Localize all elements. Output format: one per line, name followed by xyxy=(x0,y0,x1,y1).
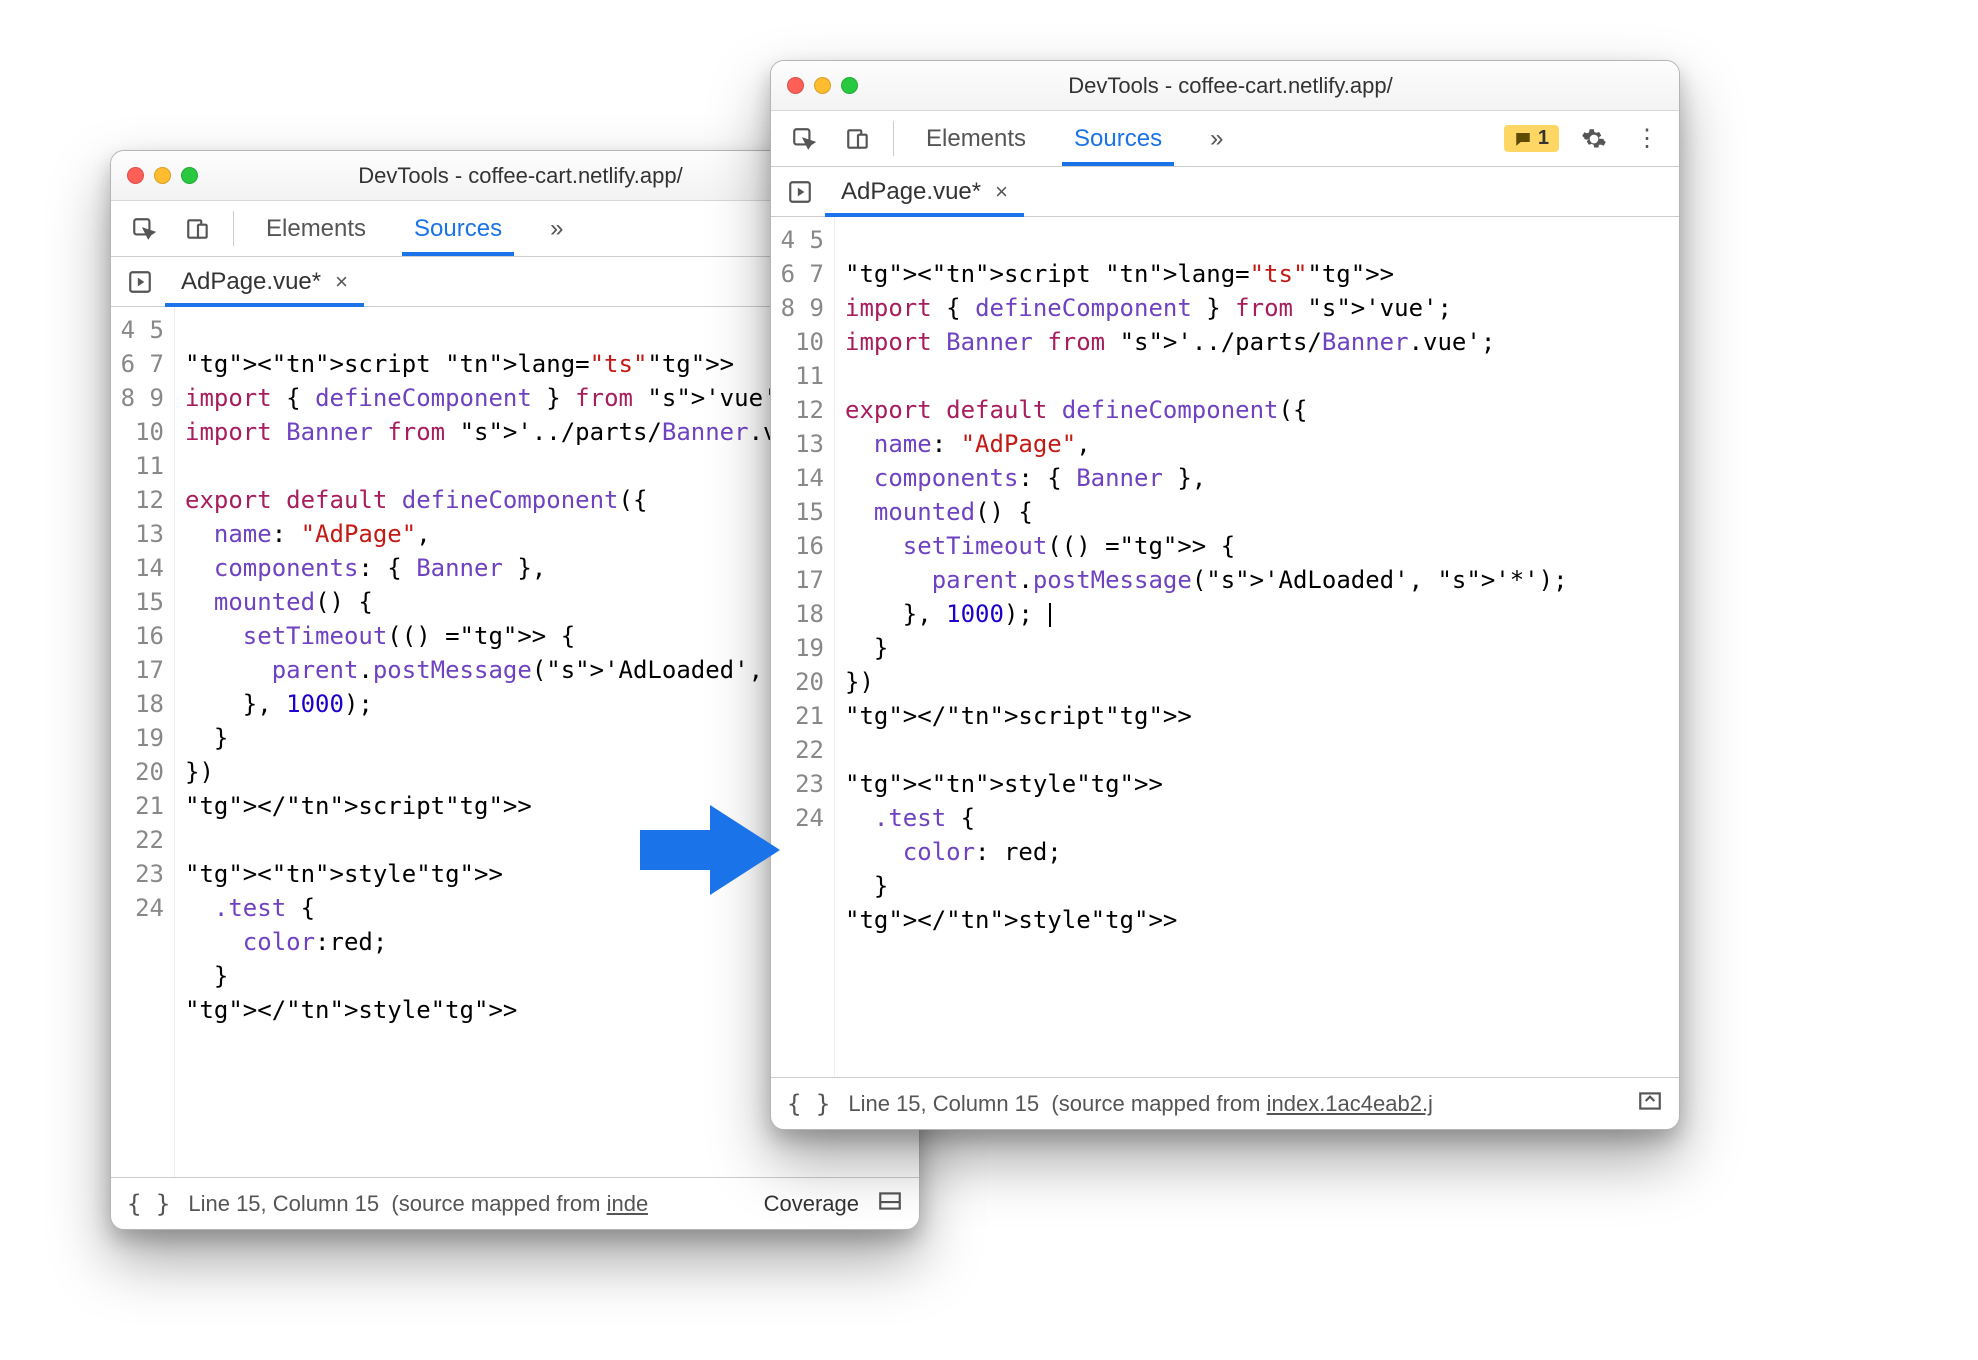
file-tab-label: AdPage.vue* xyxy=(841,178,981,206)
traffic-lights xyxy=(787,77,858,94)
file-tab-adpage[interactable]: AdPage.vue* × xyxy=(165,257,364,306)
drawer-toggle-icon[interactable] xyxy=(877,1188,903,1220)
warnings-badge[interactable]: 1 xyxy=(1504,125,1559,152)
close-window-button[interactable] xyxy=(787,77,804,94)
traffic-lights xyxy=(127,167,198,184)
close-tab-button[interactable]: × xyxy=(995,179,1008,205)
titlebar: DevTools - coffee-cart.netlify.app/ xyxy=(771,61,1679,111)
tabs-overflow-button[interactable]: » xyxy=(528,201,585,256)
inspect-element-button[interactable] xyxy=(119,201,169,256)
run-snippet-button[interactable] xyxy=(775,167,825,216)
code-editor[interactable]: 4 5 6 7 8 9 10 11 12 13 14 15 16 17 18 1… xyxy=(771,217,1679,1077)
tab-elements[interactable]: Elements xyxy=(904,111,1048,166)
window-title: DevTools - coffee-cart.netlify.app/ xyxy=(208,163,833,189)
run-snippet-button[interactable] xyxy=(115,257,165,306)
tab-sources[interactable]: Sources xyxy=(1052,111,1184,166)
file-tab-label: AdPage.vue* xyxy=(181,268,321,296)
close-window-button[interactable] xyxy=(127,167,144,184)
more-menu-button[interactable]: ⋮ xyxy=(1623,111,1671,166)
statusbar: { } Line 15, Column 15 (source mapped fr… xyxy=(771,1077,1679,1129)
braces-icon[interactable]: { } xyxy=(127,1190,170,1218)
file-tab-adpage[interactable]: AdPage.vue* × xyxy=(825,167,1024,216)
cursor-position: Line 15, Column 15 (source mapped from i… xyxy=(188,1191,648,1217)
coverage-label[interactable]: Coverage xyxy=(764,1191,859,1217)
minimize-window-button[interactable] xyxy=(154,167,171,184)
source-file-tabs: AdPage.vue* × xyxy=(771,167,1679,217)
window-title: DevTools - coffee-cart.netlify.app/ xyxy=(868,73,1593,99)
line-gutter: 4 5 6 7 8 9 10 11 12 13 14 15 16 17 18 1… xyxy=(111,307,175,1177)
devtools-window-right: DevTools - coffee-cart.netlify.app/ Elem… xyxy=(770,60,1680,1130)
sourcemap-link[interactable]: index.1ac4eab2.j xyxy=(1267,1091,1433,1116)
sourcemap-link[interactable]: inde xyxy=(607,1191,649,1216)
maximize-window-button[interactable] xyxy=(181,167,198,184)
devtools-toolbar: Elements Sources » 1 ⋮ xyxy=(771,111,1679,167)
tab-sources[interactable]: Sources xyxy=(392,201,524,256)
settings-button[interactable] xyxy=(1569,111,1619,166)
inspect-element-button[interactable] xyxy=(779,111,829,166)
tabs-overflow-button[interactable]: » xyxy=(1188,111,1245,166)
device-toolbar-button[interactable] xyxy=(173,201,223,256)
cursor-position: Line 15, Column 15 (source mapped from i… xyxy=(848,1091,1433,1117)
line-gutter: 4 5 6 7 8 9 10 11 12 13 14 15 16 17 18 1… xyxy=(771,217,835,1077)
minimize-window-button[interactable] xyxy=(814,77,831,94)
braces-icon[interactable]: { } xyxy=(787,1090,830,1118)
device-toolbar-button[interactable] xyxy=(833,111,883,166)
code-content[interactable]: "tg"><"tn">script "tn">lang="ts""tg">> i… xyxy=(835,217,1679,1077)
drawer-toggle-icon[interactable] xyxy=(1637,1088,1663,1120)
close-tab-button[interactable]: × xyxy=(335,269,348,295)
arrow-icon xyxy=(630,790,790,910)
maximize-window-button[interactable] xyxy=(841,77,858,94)
tab-elements[interactable]: Elements xyxy=(244,201,388,256)
statusbar: { } Line 15, Column 15 (source mapped fr… xyxy=(111,1177,919,1229)
